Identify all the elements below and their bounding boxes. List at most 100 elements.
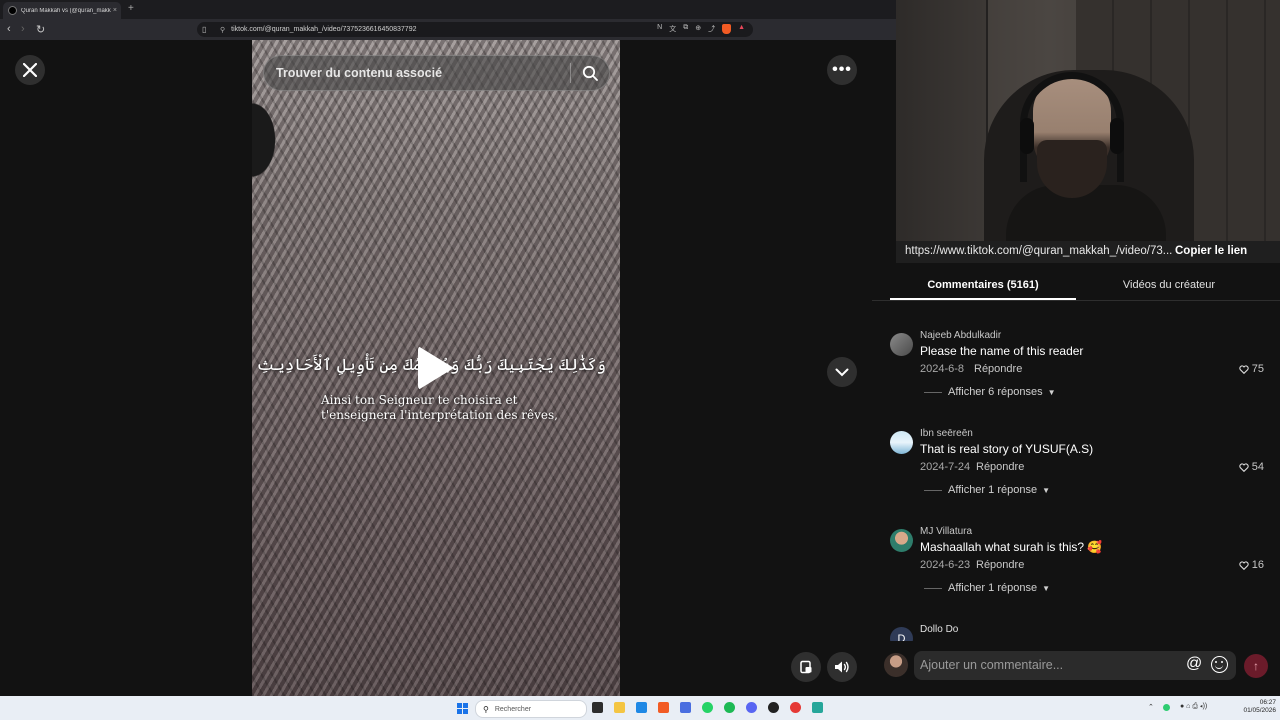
like-button[interactable]: 16 <box>1239 559 1264 571</box>
headset <box>1020 72 1124 182</box>
open-external-icon[interactable]: ⧉ <box>683 24 688 34</box>
search-icon: ⚲ <box>483 704 489 714</box>
app-icon[interactable] <box>636 702 647 713</box>
whatsapp-icon[interactable] <box>702 702 713 713</box>
video-subtitle: Ainsi ton Seigneur te choisira et t'ense… <box>321 393 611 423</box>
comment-username[interactable]: Ibn seēreēn <box>920 428 973 439</box>
bookmark-icon[interactable]: ▯ <box>202 25 216 34</box>
play-icon[interactable] <box>418 346 454 390</box>
subtitle-line: t'enseignera l'interprétation des rêves, <box>321 408 558 422</box>
file-explorer-icon[interactable] <box>614 702 625 713</box>
view-replies-button[interactable]: Afficher 1 réponse ▼ <box>924 582 1050 594</box>
search-button[interactable] <box>571 65 609 81</box>
taskbar-search[interactable]: ⚲ Rechercher <box>475 700 587 718</box>
floating-player-icon <box>800 660 812 674</box>
share-url: https://www.tiktok.com/@quran_makkah_/vi… <box>905 245 1173 257</box>
taskbar-search-placeholder: Rechercher <box>494 705 532 713</box>
windows-start-icon[interactable] <box>457 703 468 714</box>
share-icon[interactable]: ⤴ <box>708 24 715 34</box>
comment-username[interactable]: MJ Villatura <box>920 526 972 537</box>
no-tracking-icon[interactable]: N <box>657 24 662 34</box>
next-video-button[interactable] <box>827 357 857 387</box>
view-replies-label: Afficher 1 réponse <box>948 484 1038 496</box>
reply-button[interactable]: Répondre <box>976 559 1024 571</box>
chevron-down-icon: ▼ <box>1042 485 1050 495</box>
address-bar-row: ‹ › ↻ ▯ ⚲ tiktok.com/@quran_makkah_/vide… <box>0 19 896 53</box>
system-clock[interactable]: 06:27 01/05/2026 <box>1236 699 1276 715</box>
discord-icon[interactable] <box>746 702 757 713</box>
browser-tab[interactable]: Quran Makkah vs (@quran_makk × <box>3 2 121 19</box>
avatar <box>884 653 908 677</box>
back-icon[interactable]: ‹ <box>7 23 11 35</box>
chevron-down-icon: ▼ <box>1042 583 1050 593</box>
spotify-icon[interactable] <box>724 702 735 713</box>
send-button[interactable]: ↑ <box>1244 654 1268 678</box>
app-icon[interactable] <box>790 702 801 713</box>
mention-button[interactable]: @ <box>1186 655 1202 673</box>
app-icon[interactable] <box>812 702 823 713</box>
comment-text: Mashaallah what surah is this? 🥰 <box>920 540 1103 554</box>
avatar[interactable] <box>890 431 913 454</box>
avatar[interactable]: D <box>890 627 913 641</box>
tabs-divider <box>872 300 1280 301</box>
close-button[interactable] <box>15 55 45 85</box>
tiktok-favicon-icon <box>8 6 17 15</box>
tray-icons[interactable]: ● ⌂ ⎙ ◂)) <box>1180 703 1207 711</box>
url-bar[interactable]: ▯ ⚲ tiktok.com/@quran_makkah_/video/7375… <box>197 22 753 37</box>
heart-icon <box>1239 462 1249 472</box>
more-icon: ••• <box>832 61 852 78</box>
clock-time: 06:27 <box>1259 699 1276 706</box>
like-button[interactable]: 54 <box>1239 461 1264 473</box>
reply-button[interactable]: Répondre <box>974 363 1022 375</box>
comment-input-placeholder[interactable]: Ajouter un commentaire... <box>920 658 1063 672</box>
view-replies-button[interactable]: Afficher 1 réponse ▼ <box>924 484 1050 496</box>
comment-text: Please the name of this reader <box>920 344 1084 358</box>
comment-username[interactable]: Najeeb Abdulkadir <box>920 330 1001 341</box>
avatar[interactable] <box>890 333 913 356</box>
url-bar-actions: N 文 ⧉ ⊕ ⤴ ▲ <box>657 24 745 34</box>
volume-button[interactable] <box>827 652 857 682</box>
view-replies-label: Afficher 1 réponse <box>948 582 1038 594</box>
zoom-icon[interactable]: ⊕ <box>695 24 701 34</box>
status-icon <box>1163 704 1170 711</box>
tab-comments[interactable]: Commentaires (5161) <box>890 279 1076 291</box>
obs-icon[interactable] <box>768 702 779 713</box>
tray-chevron-icon[interactable]: ⌃ <box>1148 703 1154 711</box>
reload-icon[interactable]: ↻ <box>36 23 45 36</box>
search-icon <box>582 65 598 81</box>
view-replies-label: Afficher 6 réponses <box>948 386 1043 398</box>
avatar[interactable] <box>890 529 913 552</box>
comment-item: D Dollo Do <box>890 624 1270 641</box>
picture-in-picture-button[interactable] <box>791 652 821 682</box>
more-options-button[interactable]: ••• <box>827 55 857 85</box>
comment-username[interactable]: Dollo Do <box>920 624 958 635</box>
like-count: 75 <box>1251 363 1264 375</box>
forward-icon[interactable]: › <box>21 23 25 35</box>
webcam-overlay <box>896 0 1280 244</box>
clock-date: 01/05/2026 <box>1243 707 1276 714</box>
translate-icon[interactable]: 文 <box>669 24 676 34</box>
app-icon[interactable] <box>680 702 691 713</box>
heart-icon <box>1239 364 1249 374</box>
heart-icon <box>1239 560 1249 570</box>
tab-creator-videos[interactable]: Vidéos du créateur <box>1076 279 1262 291</box>
related-content-search[interactable]: Trouver du contenu associé <box>263 55 610 91</box>
new-tab-button[interactable]: + <box>128 3 134 14</box>
brave-icon[interactable] <box>658 702 669 713</box>
search-input[interactable]: Trouver du contenu associé <box>264 66 570 80</box>
like-count: 54 <box>1251 461 1264 473</box>
reply-button[interactable]: Répondre <box>976 461 1024 473</box>
brave-rewards-icon[interactable]: ▲ <box>738 24 745 34</box>
brave-shields-icon[interactable] <box>722 24 732 34</box>
comment-date: 2024-7-24 <box>920 461 971 473</box>
site-info-icon[interactable]: ⚲ <box>220 26 225 34</box>
tab-close-icon[interactable]: × <box>113 7 117 14</box>
task-view-icon[interactable] <box>592 702 603 713</box>
like-button[interactable]: 75 <box>1239 363 1264 375</box>
volume-icon <box>835 661 849 673</box>
comment-text: That is real story of YUSUF(A.S) <box>920 442 1094 456</box>
emoji-icon[interactable] <box>1211 656 1228 673</box>
arrow-up-icon: ↑ <box>1253 659 1259 673</box>
copy-link-button[interactable]: Copier le lien <box>1175 245 1247 257</box>
view-replies-button[interactable]: Afficher 6 réponses ▼ <box>924 386 1056 398</box>
